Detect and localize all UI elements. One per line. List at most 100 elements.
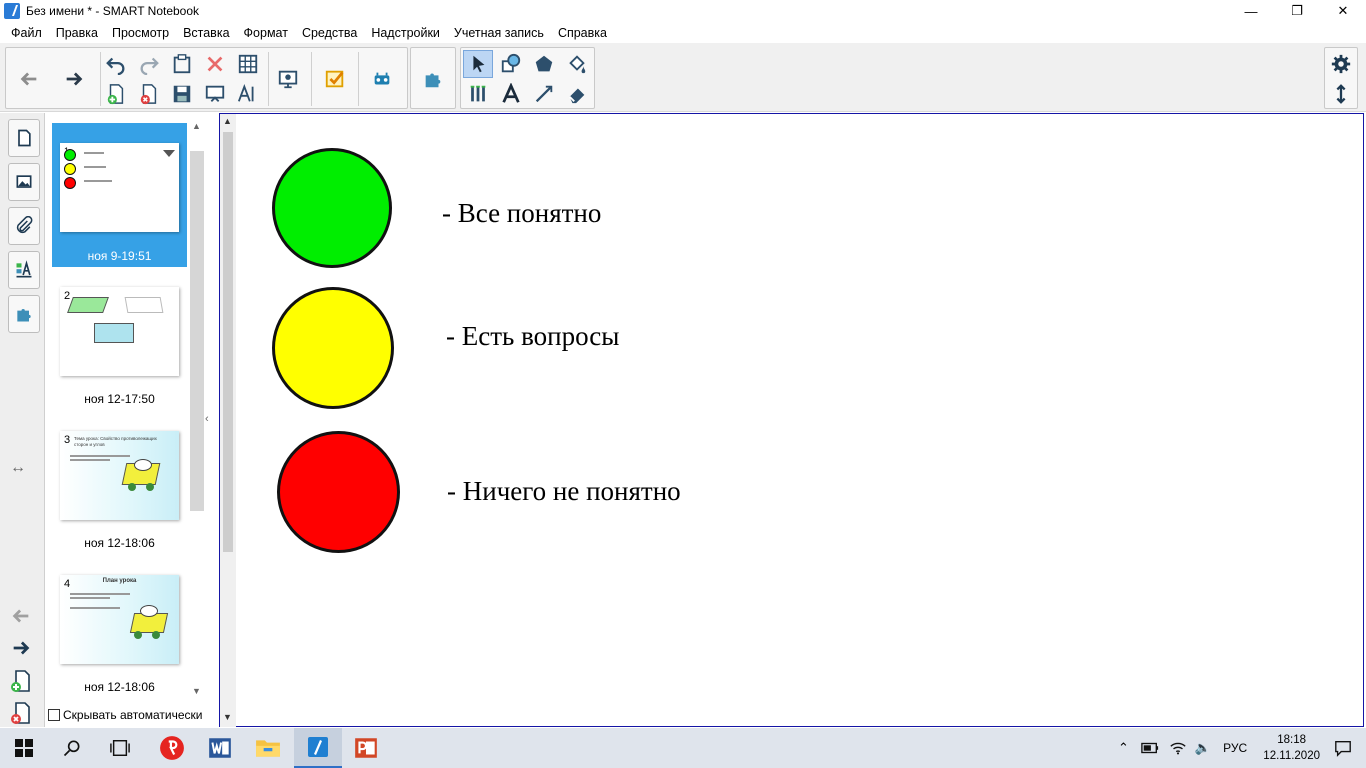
text-icon[interactable] — [496, 80, 526, 108]
thumb-trapezoid — [124, 297, 164, 313]
lines-icon[interactable] — [529, 80, 559, 108]
eraser-icon[interactable] — [562, 80, 592, 108]
thumb-red-circle — [64, 177, 76, 189]
undo-icon[interactable] — [101, 50, 131, 78]
clock-time: 18:18 — [1277, 734, 1307, 746]
canvas-scrollbar[interactable]: ▲ ▼ — [219, 113, 236, 727]
addons-icon — [17, 309, 31, 322]
task-view-button[interactable] — [96, 728, 144, 768]
scroll-down-icon[interactable]: ▼ — [192, 686, 201, 696]
scroll-up-icon[interactable]: ▲ — [192, 121, 201, 131]
forward-arrow-icon[interactable] — [59, 65, 89, 93]
clock[interactable]: 18:18 12.11.2020 — [1263, 732, 1320, 764]
table-icon[interactable] — [233, 50, 263, 78]
delete-icon[interactable] — [200, 50, 230, 78]
menu-insert[interactable]: Вставка — [176, 26, 236, 40]
red-circle[interactable] — [277, 431, 400, 553]
show-hidden-icons-icon[interactable]: ⌃ — [1118, 740, 1129, 756]
menu-tools[interactable]: Средства — [295, 26, 364, 40]
menu-edit[interactable]: Правка — [49, 26, 105, 40]
autohide-checkbox[interactable] — [48, 709, 60, 721]
page-thumbnail-1[interactable]: 1 ноя 9-19:51 — [52, 123, 187, 267]
add-page-icon[interactable] — [9, 669, 33, 696]
paste-icon[interactable] — [167, 50, 197, 78]
fill-icon[interactable] — [562, 50, 592, 78]
maximize-button[interactable]: ❐ — [1274, 0, 1320, 22]
close-button[interactable]: ✕ — [1320, 0, 1366, 22]
yellow-label[interactable]: - Есть вопросы — [446, 321, 619, 352]
page-menu-chevron-icon[interactable] — [163, 150, 175, 157]
volume-icon[interactable]: 🔈 — [1195, 740, 1211, 756]
scroll-thumb[interactable] — [223, 132, 233, 552]
yellow-circle[interactable] — [272, 287, 394, 409]
powerpoint-button[interactable] — [342, 728, 390, 768]
response-icon[interactable] — [320, 65, 350, 93]
whiteboard-canvas[interactable]: - Все понятно - Есть вопросы - Ничего не… — [236, 113, 1364, 727]
menu-format[interactable]: Формат — [237, 26, 295, 40]
addons-tab[interactable] — [8, 295, 40, 333]
scroll-thumb[interactable] — [190, 151, 204, 511]
gallery-tab[interactable] — [8, 163, 40, 201]
redo-icon[interactable] — [134, 50, 164, 78]
scroll-up-icon[interactable]: ▲ — [223, 116, 232, 126]
smart-notebook-taskbar-button[interactable] — [294, 728, 342, 768]
select-icon[interactable] — [463, 50, 493, 78]
search-button[interactable] — [48, 728, 96, 768]
previous-page-icon[interactable] — [8, 605, 34, 630]
regular-polygon-icon[interactable] — [529, 50, 559, 78]
document-camera-icon[interactable] — [367, 65, 397, 93]
attachments-icon — [16, 216, 33, 234]
move-toolbar-icon[interactable] — [1326, 80, 1356, 108]
minimize-button[interactable]: — — [1228, 0, 1274, 22]
thumb-green-circle — [64, 149, 76, 161]
menu-help[interactable]: Справка — [551, 26, 614, 40]
menu-view[interactable]: Просмотр — [105, 26, 176, 40]
next-page-icon[interactable] — [8, 637, 34, 662]
wifi-icon[interactable] — [1169, 740, 1187, 756]
sorter-scrollbar[interactable]: ▲ ▼ — [188, 121, 204, 696]
scroll-down-icon[interactable]: ▼ — [223, 712, 232, 722]
page-thumbnail-3[interactable]: 3 Тема урока: Свойство противолежащих ст… — [52, 421, 187, 551]
smart-notebook-icon — [308, 737, 328, 757]
page-sorter-panel: 1 ноя 9-19:51 2 ноя 12-17:50 3 Тема урок… — [45, 113, 218, 727]
notifications-button[interactable] — [1334, 739, 1352, 760]
autohide-checkbox-row[interactable]: Скрывать автоматически — [48, 708, 203, 722]
autohide-label: Скрывать автоматически — [63, 708, 203, 722]
gallery-icon — [16, 175, 32, 188]
menu-account[interactable]: Учетная запись — [447, 26, 551, 40]
green-circle[interactable] — [272, 148, 392, 268]
page-thumbnail-4[interactable]: 4 План урока ноя 12-18:06 — [52, 565, 187, 695]
collapse-panel-icon[interactable]: ‹ — [205, 413, 209, 425]
menu-addons[interactable]: Надстройки — [364, 26, 447, 40]
back-arrow-icon[interactable] — [14, 65, 44, 93]
word-button[interactable] — [196, 728, 244, 768]
resize-panel-icon[interactable]: ↔ — [10, 459, 26, 477]
pens-icon[interactable] — [463, 80, 493, 108]
attachments-tab[interactable] — [8, 207, 40, 245]
red-label[interactable]: - Ничего не понятно — [447, 476, 681, 507]
delete-page-icon[interactable] — [134, 80, 164, 108]
green-label[interactable]: - Все понятно — [442, 198, 601, 229]
add-page-icon[interactable] — [101, 80, 131, 108]
page-preview: 1 — [60, 143, 179, 232]
yandex-browser-button[interactable] — [148, 728, 196, 768]
thumb-title: Тема урока: Свойство противолежащих стор… — [74, 436, 157, 447]
addons-icon[interactable] — [418, 65, 448, 93]
menu-file[interactable]: Файл — [4, 26, 49, 40]
shapes-icon[interactable] — [496, 50, 526, 78]
language-indicator[interactable]: РУС — [1223, 741, 1247, 755]
save-icon[interactable] — [167, 80, 197, 108]
system-tray: ⌃ 🔈 РУС — [1118, 728, 1247, 768]
notification-icon — [1335, 741, 1351, 757]
screen-capture-icon[interactable] — [273, 65, 303, 93]
page-sorter-tab[interactable] — [8, 119, 40, 157]
settings-icon[interactable] — [1326, 50, 1356, 78]
properties-tab[interactable] — [8, 251, 40, 289]
page-thumbnail-2[interactable]: 2 ноя 12-17:50 — [52, 277, 187, 407]
properties-icon[interactable] — [233, 80, 263, 108]
battery-icon[interactable] — [1141, 742, 1159, 754]
screen-shade-icon[interactable] — [200, 80, 230, 108]
delete-page-icon[interactable] — [9, 701, 33, 728]
start-button[interactable] — [0, 728, 48, 768]
file-explorer-button[interactable] — [244, 728, 292, 768]
